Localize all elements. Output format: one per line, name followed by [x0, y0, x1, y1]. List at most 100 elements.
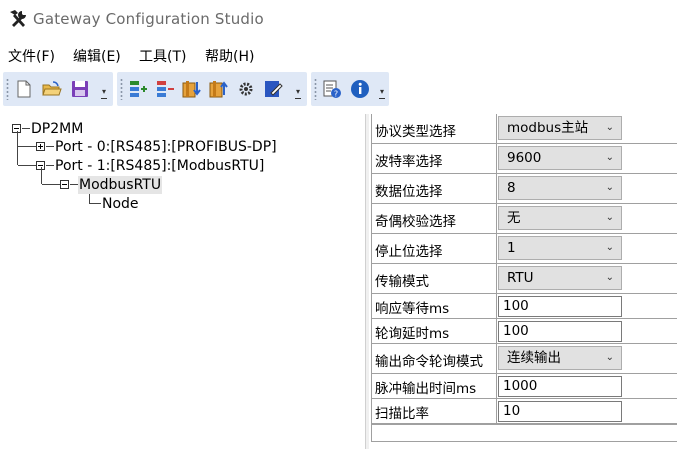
tree-label-root: DP2MM — [31, 121, 84, 137]
combo-value: 连续输出 — [507, 350, 561, 366]
prop-divider — [496, 399, 497, 423]
prop-row-output-poll-mode: 输出命令轮询模式 连续输出 ⌄ — [372, 344, 677, 374]
transmission-mode-select[interactable]: RTU ⌄ — [498, 266, 622, 290]
prop-label: 数据位选择 — [375, 184, 443, 200]
svg-text:?: ? — [334, 90, 338, 99]
chevron-down-icon: ⌄ — [605, 212, 614, 223]
remove-port-icon[interactable] — [154, 78, 176, 100]
save-icon[interactable] — [69, 78, 91, 100]
hammer-wrench-icon — [7, 8, 29, 30]
prop-divider — [496, 234, 497, 263]
toolbar-grip[interactable] — [314, 78, 317, 100]
edit-config-icon[interactable] — [262, 78, 284, 100]
prop-divider — [496, 204, 497, 233]
toolbar-group-help: ? ▾ — [311, 72, 389, 106]
download-icon[interactable] — [181, 78, 203, 100]
title-bar: Gateway Configuration Studio — [0, 0, 677, 38]
prop-label: 奇偶校验选择 — [375, 214, 456, 230]
prop-label: 协议类型选择 — [375, 124, 456, 140]
new-file-icon[interactable] — [13, 78, 35, 100]
protocol-select[interactable]: modbus主站 ⌄ — [498, 116, 622, 140]
prop-label: 响应等待ms — [375, 301, 450, 317]
prop-row-stopbits: 停止位选择 1 ⌄ — [372, 234, 677, 264]
help-document-icon[interactable]: ? — [321, 78, 343, 100]
prop-row-databits: 数据位选择 8 ⌄ — [372, 174, 677, 204]
settings-gear-icon[interactable] — [235, 78, 257, 100]
prop-label: 输出命令轮询模式 — [375, 354, 483, 370]
add-port-icon[interactable] — [127, 78, 149, 100]
prop-label: 扫描比率 — [375, 406, 429, 422]
prop-divider — [496, 344, 497, 373]
tree-label-node: Node — [102, 196, 139, 212]
tree-label-port0: Port - 0:[RS485]:[PROFIBUS-DP] — [55, 139, 277, 155]
menu-file[interactable]: 文件(F) — [8, 46, 55, 66]
toolbar-grip[interactable] — [120, 78, 123, 100]
combo-value: modbus主站 — [507, 120, 589, 136]
prop-label: 传输模式 — [375, 274, 429, 290]
prop-row-response-wait: 响应等待ms 100 — [372, 294, 677, 319]
prop-label: 停止位选择 — [375, 244, 443, 260]
toolbar-grip[interactable] — [6, 78, 9, 100]
tree-collapse-icon[interactable] — [60, 180, 69, 189]
tree-connector — [46, 165, 54, 166]
tree-connector — [18, 165, 36, 166]
prop-divider — [496, 319, 497, 343]
tree-expand-icon[interactable] — [36, 142, 45, 151]
prop-row-scan-ratio: 扫描比率 10 — [372, 399, 677, 424]
chevron-down-icon: ⌄ — [605, 242, 614, 253]
prop-divider — [496, 374, 497, 398]
parity-select[interactable]: 无 ⌄ — [498, 206, 622, 230]
toolbar-overflow-icon[interactable]: ▾ — [293, 82, 303, 102]
chevron-down-icon: ⌄ — [605, 152, 614, 163]
combo-value: 1 — [507, 240, 516, 256]
prop-row-pulse-time: 脉冲输出时间ms 1000 — [372, 374, 677, 399]
property-panel: 协议类型选择 modbus主站 ⌄ 波特率选择 9600 ⌄ 数据位选择 8 ⌄ 奇偶… — [369, 114, 677, 449]
window-title: Gateway Configuration Studio — [33, 10, 264, 28]
tree-connector — [89, 203, 101, 204]
data-bits-select[interactable]: 8 ⌄ — [498, 176, 622, 200]
output-poll-mode-select[interactable]: 连续输出 ⌄ — [498, 346, 622, 370]
toolbar-group-file: ▾ — [3, 72, 113, 106]
prop-label: 波特率选择 — [375, 154, 443, 170]
stop-bits-select[interactable]: 1 ⌄ — [498, 236, 622, 260]
response-wait-input[interactable]: 100 — [498, 296, 622, 317]
menu-tools[interactable]: 工具(T) — [139, 46, 186, 66]
tree-label-port1: Port - 1:[RS485]:[ModbusRTU] — [55, 158, 265, 174]
tree-connector — [18, 146, 36, 147]
combo-value: RTU — [507, 270, 534, 286]
tree-connector — [42, 184, 60, 185]
chevron-down-icon: ⌄ — [605, 352, 614, 363]
tree-connector — [17, 131, 18, 165]
upload-icon[interactable] — [208, 78, 230, 100]
chevron-down-icon: ⌄ — [605, 182, 614, 193]
toolbar-overflow-icon[interactable]: ▾ — [377, 82, 387, 102]
prop-divider — [496, 144, 497, 173]
prop-divider — [496, 264, 497, 293]
baud-rate-select[interactable]: 9600 ⌄ — [498, 146, 622, 170]
combo-value: 9600 — [507, 150, 542, 166]
tree-connector — [22, 128, 30, 129]
toolbar-overflow-icon[interactable]: ▾ — [99, 82, 109, 102]
info-icon[interactable] — [349, 78, 371, 100]
device-tree[interactable]: DP2MM Port - 0:[RS485]:[PROFIBUS-DP] Por… — [0, 114, 365, 449]
chevron-down-icon: ⌄ — [605, 272, 614, 283]
prop-label: 轮询延时ms — [375, 326, 450, 342]
open-folder-icon[interactable] — [41, 78, 63, 100]
poll-delay-input[interactable]: 100 — [498, 321, 622, 342]
scan-ratio-input[interactable]: 10 — [498, 401, 622, 422]
menu-help[interactable]: 帮助(H) — [205, 46, 254, 66]
prop-row-parity: 奇偶校验选择 无 ⌄ — [372, 204, 677, 234]
property-grid: 协议类型选择 modbus主站 ⌄ 波特率选择 9600 ⌄ 数据位选择 8 ⌄ 奇偶… — [371, 114, 677, 424]
toolbar: ▾ ▾ ? ▾ — [0, 72, 677, 108]
tree-connector — [41, 167, 42, 184]
prop-divider — [496, 114, 497, 143]
prop-row-protocol: 协议类型选择 modbus主站 ⌄ — [372, 114, 677, 144]
prop-row-poll-delay: 轮询延时ms 100 — [372, 319, 677, 344]
combo-value: 8 — [507, 180, 516, 196]
pulse-time-input[interactable]: 1000 — [498, 376, 622, 397]
tree-connector — [46, 146, 54, 147]
property-description-area — [371, 424, 677, 442]
tree-connector — [70, 184, 78, 185]
menu-bar: 文件(F) 编辑(E) 工具(T) 帮助(H) — [0, 44, 677, 68]
menu-edit[interactable]: 编辑(E) — [73, 46, 121, 66]
